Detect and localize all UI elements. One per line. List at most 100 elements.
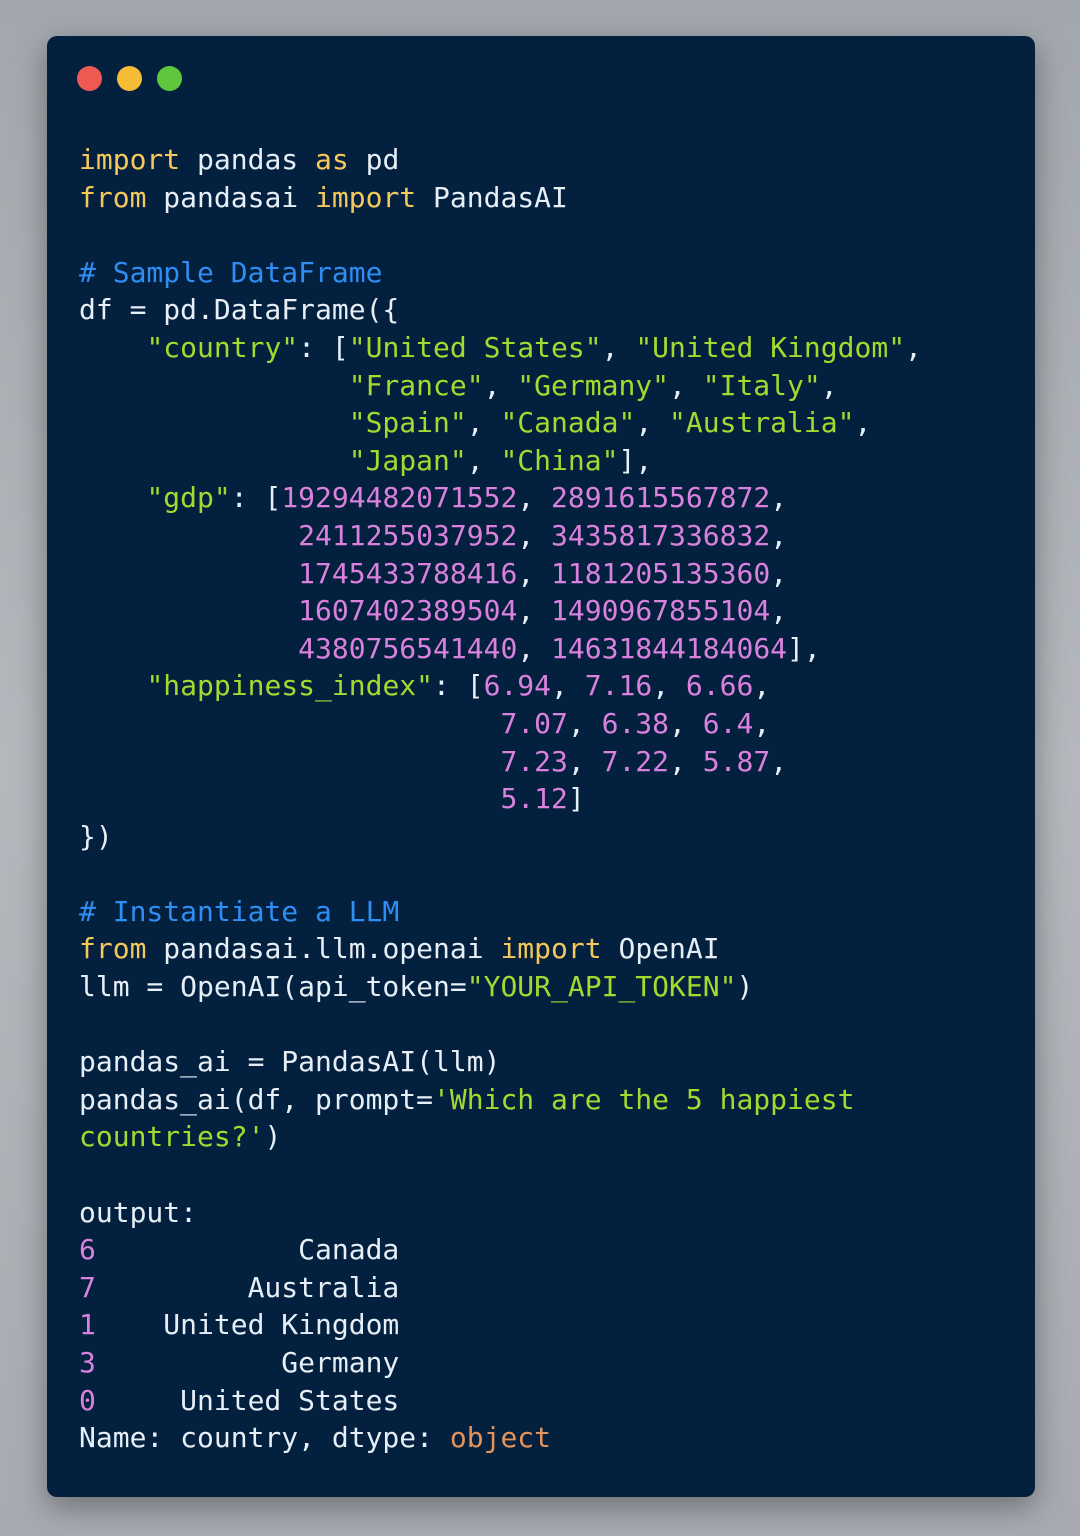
code-token: ) bbox=[264, 1120, 282, 1154]
code-token: , bbox=[669, 744, 703, 778]
code-token: , bbox=[517, 556, 552, 590]
code-line: from pandasai import PandasAI bbox=[79, 179, 922, 217]
window-controls bbox=[77, 66, 182, 91]
code-token: , bbox=[820, 368, 838, 402]
code-token: 5.87 bbox=[702, 744, 771, 778]
code-line: from pandasai.llm.openai import OpenAI bbox=[79, 930, 922, 968]
code-token: 3435817336832 bbox=[551, 518, 771, 552]
code-token: 5.12 bbox=[500, 782, 568, 816]
code-token: , bbox=[517, 631, 552, 665]
code-token: PandasAI bbox=[416, 180, 568, 214]
code-token: , bbox=[753, 706, 771, 740]
code-token: Australia bbox=[95, 1270, 400, 1304]
zoom-dot-icon[interactable] bbox=[157, 66, 182, 91]
code-token: # Instantiate a LLM bbox=[79, 894, 400, 928]
minimize-dot-icon[interactable] bbox=[117, 66, 142, 91]
code-token: # Sample DataFrame bbox=[79, 255, 383, 289]
code-token: }) bbox=[79, 819, 113, 853]
code-token: 3 bbox=[79, 1346, 96, 1379]
code-token: ] bbox=[567, 782, 585, 816]
code-token: pandas_ai = PandasAI(llm) bbox=[79, 1045, 501, 1079]
code-token: 1 bbox=[79, 1308, 96, 1342]
code-line: Name: country, dtype: object bbox=[79, 1419, 922, 1457]
code-token: Germany bbox=[95, 1346, 400, 1379]
code-token: import bbox=[79, 143, 181, 176]
code-token: "country" bbox=[146, 330, 299, 364]
code-line: 7.23, 7.22, 5.87, bbox=[79, 743, 922, 781]
code-token: , bbox=[466, 443, 501, 477]
code-token: 0 bbox=[79, 1383, 96, 1417]
code-line: 0 United States bbox=[79, 1382, 922, 1420]
code-token: United Kingdom bbox=[95, 1308, 400, 1342]
code-token: pandasai bbox=[146, 180, 316, 214]
code-token: United States bbox=[95, 1383, 400, 1417]
code-token: Name: country, dtype: bbox=[79, 1421, 450, 1455]
code-token: "gdp" bbox=[146, 481, 231, 515]
code-token: "happiness_index" bbox=[146, 669, 434, 703]
code-token: output: bbox=[79, 1195, 198, 1229]
code-token: from bbox=[79, 932, 147, 966]
code-token: pandas_ai(df, prompt= bbox=[79, 1082, 434, 1116]
code-token: pandasai.llm.openai bbox=[146, 932, 501, 966]
code-token: "YOUR_API_TOKEN" bbox=[466, 970, 737, 1004]
code-line: 2411255037952, 3435817336832, bbox=[79, 517, 922, 555]
code-token: as bbox=[315, 143, 349, 176]
code-token: , bbox=[483, 368, 518, 402]
code-token: , bbox=[601, 330, 636, 364]
code-token: 2411255037952 bbox=[298, 518, 518, 552]
code-token: "Australia" bbox=[669, 406, 855, 440]
code-token: "Italy" bbox=[702, 368, 821, 402]
code-line: "Spain", "Canada", "Australia", bbox=[79, 404, 922, 442]
code-line: pandas_ai = PandasAI(llm) bbox=[79, 1043, 922, 1081]
code-token: : [ bbox=[230, 481, 282, 515]
code-token: , bbox=[905, 330, 922, 364]
code-token: , bbox=[517, 481, 552, 515]
code-token: 6.4 bbox=[702, 706, 754, 740]
code-token: "United States" bbox=[348, 330, 602, 364]
code-token: 'Which are the 5 happiest bbox=[433, 1082, 855, 1116]
close-dot-icon[interactable] bbox=[77, 66, 102, 91]
code-token: , bbox=[551, 669, 585, 703]
code-token: 7.22 bbox=[601, 744, 670, 778]
code-token: : [ bbox=[298, 330, 349, 364]
code-token: , bbox=[652, 669, 686, 703]
code-token: , bbox=[770, 744, 788, 778]
code-line: output: bbox=[79, 1194, 922, 1232]
code-token: 7.07 bbox=[500, 706, 568, 740]
code-token: 6.38 bbox=[601, 706, 670, 740]
code-token: OpenAI bbox=[601, 932, 720, 966]
code-token: 7.16 bbox=[584, 669, 653, 703]
code-token: 1745433788416 bbox=[298, 556, 518, 590]
code-token: pd bbox=[348, 143, 400, 176]
code-block: import pandas as pd from pandasai import … bbox=[79, 141, 922, 1457]
code-token: "United Kingdom" bbox=[635, 330, 906, 364]
code-line: "Japan", "China"], bbox=[79, 442, 922, 480]
code-token: 4380756541440 bbox=[298, 631, 518, 665]
code-token: "Germany" bbox=[517, 368, 670, 402]
code-line: 1607402389504, 1490967855104, bbox=[79, 592, 922, 630]
code-line: df = pd.DataFrame({ bbox=[79, 291, 922, 329]
code-token: import bbox=[500, 932, 602, 966]
code-line: "gdp": [19294482071552, 2891615567872, bbox=[79, 479, 922, 517]
code-token: 1181205135360 bbox=[551, 556, 771, 590]
code-token: , bbox=[770, 594, 788, 628]
code-line: 7.07, 6.38, 6.4, bbox=[79, 705, 922, 743]
code-token: llm = OpenAI(api_token= bbox=[79, 970, 467, 1004]
code-token: , bbox=[770, 518, 788, 552]
code-token: "France" bbox=[348, 368, 484, 402]
code-token: , bbox=[669, 706, 703, 740]
code-token: 6.66 bbox=[685, 669, 754, 703]
code-line: import pandas as pd bbox=[79, 141, 922, 179]
code-line: pandas_ai(df, prompt='Which are the 5 ha… bbox=[79, 1081, 922, 1119]
code-line: 4380756541440, 14631844184064], bbox=[79, 630, 922, 668]
